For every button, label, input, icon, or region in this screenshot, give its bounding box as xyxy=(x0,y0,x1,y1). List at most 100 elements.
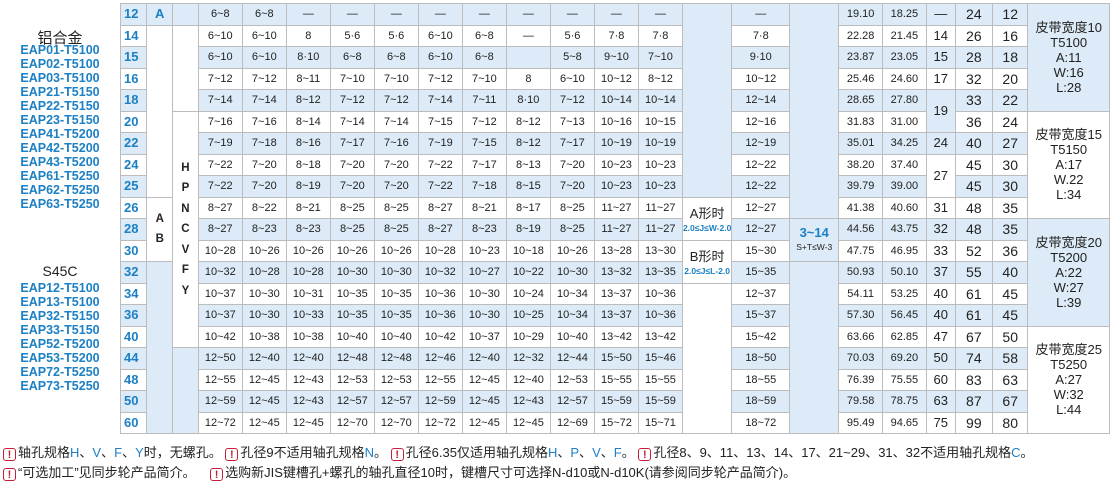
dimension-cell: 46.95 xyxy=(882,239,927,262)
dimension-cell: 32 xyxy=(925,218,956,241)
range-cell: 12~45 xyxy=(461,368,507,391)
range-cell: 12~70 xyxy=(329,411,375,434)
range-cell: 6~8 xyxy=(461,24,507,47)
keyway-range-cell: 12~14 xyxy=(731,89,791,112)
range-cell: 10~35 xyxy=(329,282,375,305)
range-cell: 12~40 xyxy=(505,368,551,391)
bore-type-column: AB xyxy=(146,196,174,262)
range-cell: 12~57 xyxy=(549,390,595,413)
keyway-range-cell: 18~59 xyxy=(731,390,791,413)
dimension-cell: 30 xyxy=(991,153,1029,176)
range-cell: 7~20 xyxy=(549,153,595,176)
range-cell: 12~45 xyxy=(505,411,551,434)
range-cell: 7~12 xyxy=(461,110,507,133)
range-cell: 11~27 xyxy=(593,196,639,219)
range-cell: 7~14 xyxy=(241,89,287,112)
table-row: 15 6~10 6~10 8·10 6~8 6~8 6~10 6~8 5~8 9~10 7~10 9·… xyxy=(119,46,1110,69)
table-row: 30 10~28 10~26 10~26 10~26 10~26 10~28 10~23 10~… xyxy=(119,239,1110,284)
note-code: H xyxy=(547,445,558,460)
range-cell: 7~12 xyxy=(549,89,595,112)
range-cell: 7~17 xyxy=(461,153,507,176)
range-cell: 7~12 xyxy=(417,67,463,90)
dimension-cell: 47.75 xyxy=(838,239,883,262)
range-cell: 13~28 xyxy=(593,239,639,262)
dimension-cell: 22 xyxy=(991,89,1029,112)
dimension-cell: 17 xyxy=(925,67,956,90)
j-range-condition: S+T≤W-3 xyxy=(796,242,833,252)
note-text: 轴孔规格 xyxy=(18,445,71,460)
dimension-cell: 56.45 xyxy=(882,304,927,327)
dimension-cell: 44.56 xyxy=(838,218,883,241)
note-code: Y xyxy=(135,445,144,460)
range-cell: 10~30 xyxy=(241,304,287,327)
dimension-cell: 19 xyxy=(925,89,956,133)
keyway-range-cell: 15~42 xyxy=(731,325,791,348)
dimension-cell: 43.75 xyxy=(882,218,927,241)
note-code: F xyxy=(114,445,123,460)
material-panel: 铝合金 EAP01-T5100 EAP02-T5100 EAP03-T5100 EAP2… xyxy=(0,0,120,440)
range-cell: 12~72 xyxy=(417,411,463,434)
belt-width-group: 皮带宽度20 T5200 A:22 W:27 L:39 xyxy=(1027,218,1110,327)
range-cell: 12~57 xyxy=(373,390,419,413)
spec-table: 12 A 6~8 6~8— — — — — — — — — —19.10 18.25—24 12 皮带宽度10… xyxy=(119,3,1110,434)
note-text: 、 xyxy=(101,445,115,460)
dimension-cell: 61 xyxy=(954,304,993,327)
note-text: 时，无螺孔。 xyxy=(143,445,222,460)
table-row: 40 10~42 10~38 10~38 10~40 10~40 10~42 10~37 10~… xyxy=(119,325,1110,434)
dimension-cell: 53.25 xyxy=(882,282,927,305)
model-code: EAP12-T5100 xyxy=(20,281,100,295)
range-cell: 7~15 xyxy=(461,132,507,155)
dimension-cell: 62.85 xyxy=(882,325,927,348)
range-cell: 10~28 xyxy=(417,239,463,262)
table-row: 24 7~22 7~20 8~18 7~20 7~20 7~22 7~17 8~13 7~20 10… xyxy=(119,153,1110,198)
range-cell: 10~30 xyxy=(373,261,419,284)
belt-a: A:22 xyxy=(1055,264,1083,280)
range-cell: 10~23 xyxy=(461,239,507,262)
model-code: EAP03-T5100 xyxy=(20,71,100,85)
dimension-cell: 58 xyxy=(991,347,1029,370)
bore-type-label: A xyxy=(146,3,174,26)
range-cell xyxy=(505,46,551,69)
bore-diameter: 60 xyxy=(119,411,148,434)
bore-type-label: A xyxy=(155,212,164,225)
range-cell: 10~30 xyxy=(461,282,507,305)
range-cell: 5·6 xyxy=(329,24,375,47)
range-cell: 12~50 xyxy=(197,347,243,370)
note-text: 。 xyxy=(1020,445,1034,460)
dimension-cell: 40.60 xyxy=(882,196,927,219)
range-cell: — xyxy=(505,3,551,26)
b-shape-range: 2.0≤J≤L-2.0 xyxy=(684,265,730,276)
range-cell: 10~28 xyxy=(285,261,331,284)
dimension-cell: 19.10 xyxy=(838,3,883,26)
range-cell: 10~14 xyxy=(637,89,683,112)
dimension-cell: 50 xyxy=(925,347,956,370)
bore-diameter: 32 xyxy=(119,261,148,284)
range-cell: 7~15 xyxy=(417,110,463,133)
notes-section: ! 轴孔规格H、V、F、Y时，无螺孔。 ! 孔径9不适用轴孔规格N。 ! 孔径6.35… xyxy=(3,443,1108,483)
belt-model: T5200 xyxy=(1050,249,1088,265)
range-cell: 10~26 xyxy=(285,239,331,262)
range-cell: 8~12 xyxy=(285,89,331,112)
belt-a: A:11 xyxy=(1055,49,1082,65)
range-cell: 9~10 xyxy=(593,46,639,69)
range-cell: 15~72 xyxy=(593,411,639,434)
dimension-cell: 67 xyxy=(954,325,993,348)
range-cell: 10~26 xyxy=(329,239,375,262)
keyway-range-cell: 15~35 xyxy=(731,261,791,284)
dimension-cell: 15 xyxy=(925,46,956,69)
dimension-cell: 27.80 xyxy=(882,89,927,112)
range-cell: 10~29 xyxy=(505,325,551,348)
dimension-cell: 63.66 xyxy=(838,325,883,348)
note-text: 、 xyxy=(579,445,593,460)
ab-shape-spacer xyxy=(681,282,733,434)
belt-a: A:17 xyxy=(1055,157,1083,173)
model-code: EAP62-T5250 xyxy=(20,183,100,197)
range-cell: 7~20 xyxy=(241,153,287,176)
warning-icon: ! xyxy=(3,468,16,481)
range-cell: 7~14 xyxy=(197,89,243,112)
dimension-cell: 20 xyxy=(991,67,1029,90)
range-cell: 7~18 xyxy=(241,132,287,155)
j-spacer xyxy=(789,3,840,219)
model-code: EAP13-T5100 xyxy=(20,295,100,309)
dimension-cell: 25.46 xyxy=(838,67,883,90)
